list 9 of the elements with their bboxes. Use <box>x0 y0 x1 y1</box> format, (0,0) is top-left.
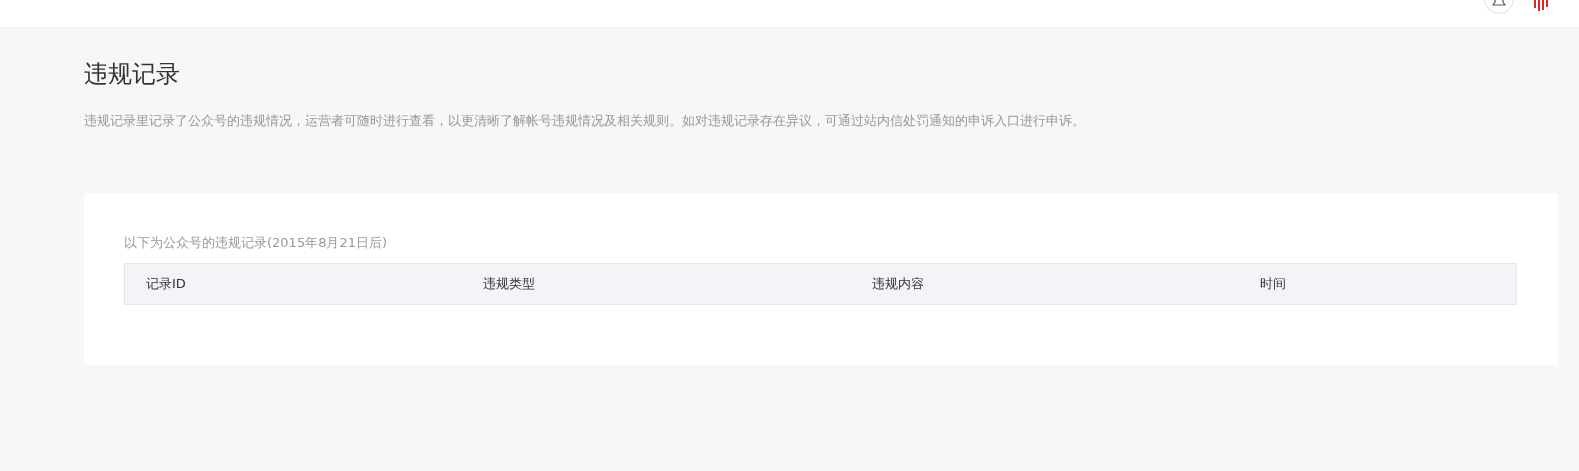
page-description: 违规记录里记录了公众号的违规情况，运营者可随时进行查看，以更清晰了解帐号违规情况及相关规则。如对违规记录存在异议，可通过站内信处罚通知的申诉入口进行申诉。 <box>84 112 1086 130</box>
page-title: 违规记录 <box>84 59 181 90</box>
column-header: 时间 <box>1260 275 1287 293</box>
column-header: 违规内容 <box>872 275 925 293</box>
table-caption: 以下为公众号的违规记录(2015年8月21日后) <box>124 234 389 252</box>
column-header: 记录ID <box>146 275 187 293</box>
bars-icon <box>1534 0 1550 11</box>
bell-icon <box>1492 0 1506 8</box>
column-header: 违规类型 <box>483 275 536 293</box>
